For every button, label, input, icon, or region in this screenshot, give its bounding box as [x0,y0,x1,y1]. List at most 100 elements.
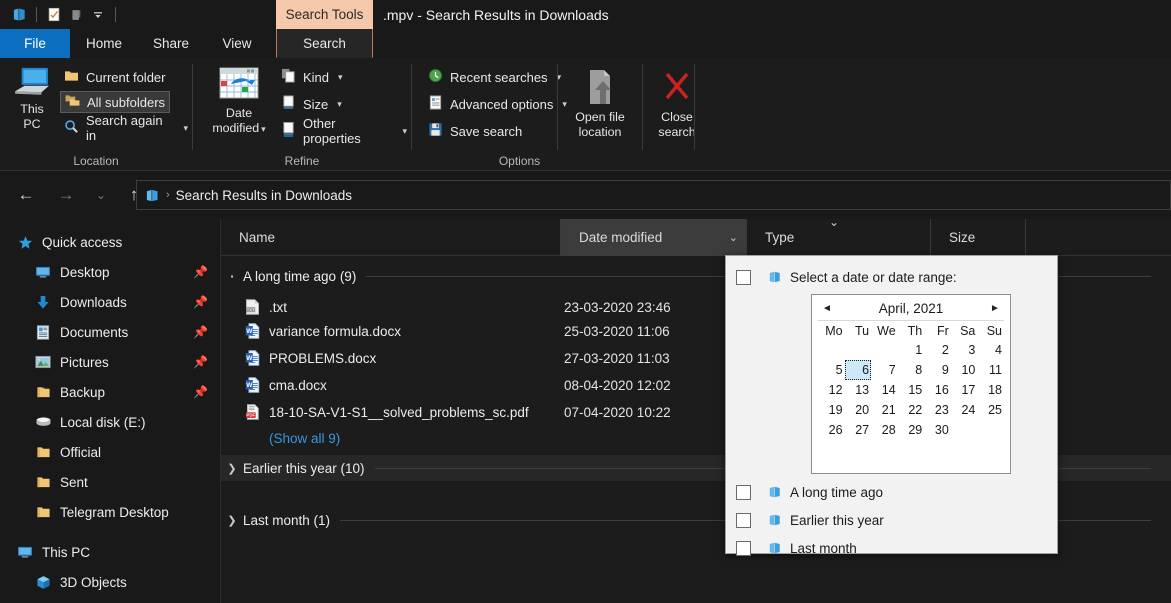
calendar-month-label[interactable]: April, 2021 [879,301,944,316]
sidebar-item-3d-objects[interactable]: 3D Objects [0,567,220,597]
breadcrumb-path[interactable]: Search Results in Downloads [176,188,352,203]
save-search-button[interactable]: Save search [424,120,526,142]
calendar-day[interactable]: 22 [898,400,925,420]
calendar-day[interactable]: 14 [871,380,898,400]
date-filter-dropdown[interactable]: Select a date or date range: ◄ April, 20… [725,255,1058,556]
sidebar-item-official[interactable]: Official [0,437,220,467]
calendar-day[interactable] [818,340,845,360]
column-size[interactable]: Size [931,219,1026,256]
tab-file[interactable]: File [0,29,70,58]
calendar-day[interactable]: 27 [845,420,872,440]
back-button[interactable]: ← [12,181,40,209]
tab-home[interactable]: Home [70,29,138,58]
sidebar-item-sent[interactable]: Sent [0,467,220,497]
close-search-button[interactable]: Close search [650,68,704,140]
sidebar-item-quick-access[interactable]: Quick access [0,227,220,257]
calendar-day[interactable]: 3 [951,340,978,360]
show-all-link[interactable]: (Show all 9) [269,431,340,446]
calendar-day[interactable]: 30 [924,420,951,440]
calendar-next-month-icon[interactable]: ► [984,295,1006,321]
calendar-day[interactable]: 16 [924,380,951,400]
calendar-day[interactable]: 7 [871,360,898,380]
search-again-in-button[interactable]: Search again in ▾ [60,113,192,143]
sidebar-item-local-disk-e[interactable]: Local disk (E:) [0,407,220,437]
select-date-range-row[interactable]: Select a date or date range: [726,263,1057,291]
pin-icon[interactable]: 📌 [193,325,208,339]
calendar-day[interactable]: 21 [871,400,898,420]
calendar-day[interactable]: 24 [951,400,978,420]
chevron-right-icon[interactable]: ❯ [221,514,243,527]
select-date-range-checkbox[interactable] [736,269,751,285]
calendar-day[interactable] [845,340,872,360]
pin-icon[interactable]: 📌 [193,265,208,279]
tab-share[interactable]: Share [138,29,204,58]
chevron-right-icon[interactable]: ❯ [221,462,243,475]
calendar-day[interactable]: 2 [924,340,951,360]
customize-chevron-icon[interactable] [87,4,109,26]
other-properties-button[interactable]: Other properties ▾ [277,116,411,146]
column-name[interactable]: Name [221,219,561,256]
chevron-down-icon[interactable]: ▪ [221,272,243,281]
all-subfolders-button[interactable]: All subfolders [60,91,171,113]
column-date-modified[interactable]: Date modified ⌄ [561,219,747,256]
calendar-day[interactable]: 11 [977,360,1004,380]
calendar-day[interactable]: 17 [951,380,978,400]
calendar-day[interactable]: 26 [818,420,845,440]
calendar-day[interactable]: 4 [977,340,1004,360]
date-preset-last-month[interactable]: Last month [726,534,1057,562]
sidebar-item-documents[interactable]: Documents 📌 [0,317,220,347]
date-modified-button[interactable]: Date modified ▾ [208,66,270,137]
pin-icon[interactable]: 📌 [193,295,208,309]
calendar-day-selected[interactable]: 6 [844,360,872,380]
checkbox[interactable] [736,512,751,528]
calendar-day[interactable]: 1 [898,340,925,360]
open-file-location-button[interactable]: Open file location [564,68,636,140]
sidebar-item-backup[interactable]: Backup 📌 [0,377,220,407]
calendar-day[interactable]: 8 [898,360,925,380]
calendar-day[interactable]: 5 [818,360,845,380]
calendar-prev-month-icon[interactable]: ◄ [816,295,838,321]
calendar-day[interactable]: 23 [924,400,951,420]
navigation-pane[interactable]: Quick access Desktop 📌 Downloads � [0,219,221,603]
calendar-day[interactable]: 10 [951,360,978,380]
sidebar-item-telegram-desktop[interactable]: Telegram Desktop [0,497,220,527]
tab-view[interactable]: View [204,29,270,58]
explorer-icon[interactable] [8,4,30,26]
calendar-day[interactable]: 9 [924,360,951,380]
properties-icon[interactable] [43,4,65,26]
calendar-day[interactable] [871,340,898,360]
pin-icon[interactable]: 📌 [193,385,208,399]
address-bar[interactable]: › Search Results in Downloads [136,180,1171,210]
calendar-day[interactable]: 15 [898,380,925,400]
calendar-day[interactable]: 29 [898,420,925,440]
calendar-day[interactable] [951,420,978,440]
sidebar-item-pictures[interactable]: Pictures 📌 [0,347,220,377]
calendar-day[interactable]: 28 [871,420,898,440]
date-preset-a-long-time-ago[interactable]: A long time ago [726,478,1057,506]
checkbox[interactable] [736,484,751,500]
this-pc-button[interactable]: This PC [8,66,56,132]
tab-search[interactable]: Search [276,29,373,58]
calendar-day[interactable]: 19 [818,400,845,420]
advanced-options-button[interactable]: Advanced options ▾ [424,93,571,115]
sidebar-item-downloads[interactable]: Downloads 📌 [0,287,220,317]
sidebar-item-this-pc[interactable]: This PC [0,537,220,567]
calendar-day[interactable] [977,420,1004,440]
calendar-day[interactable]: 18 [977,380,1004,400]
recent-locations-button[interactable]: ⌄ [90,181,112,209]
calendar-day[interactable]: 25 [977,400,1004,420]
pin-icon[interactable]: 📌 [193,355,208,369]
calendar-day[interactable]: 13 [845,380,872,400]
calendar-widget[interactable]: ◄ April, 2021 ► Mo Tu We Th Fr Sa Su 1 2… [811,294,1011,474]
forward-button[interactable]: → [52,181,80,209]
new-folder-icon[interactable] [65,4,87,26]
recent-searches-button[interactable]: Recent searches ▾ [424,66,565,88]
calendar-day[interactable]: 12 [818,380,845,400]
checkbox[interactable] [736,540,751,556]
sidebar-item-desktop[interactable]: Desktop 📌 [0,257,220,287]
size-button[interactable]: Size ▾ [277,93,346,115]
calendar-day[interactable]: 20 [845,400,872,420]
kind-button[interactable]: Kind ▾ [277,66,347,88]
chevron-down-icon[interactable]: ⌄ [729,231,738,244]
current-folder-button[interactable]: Current folder [60,66,169,88]
